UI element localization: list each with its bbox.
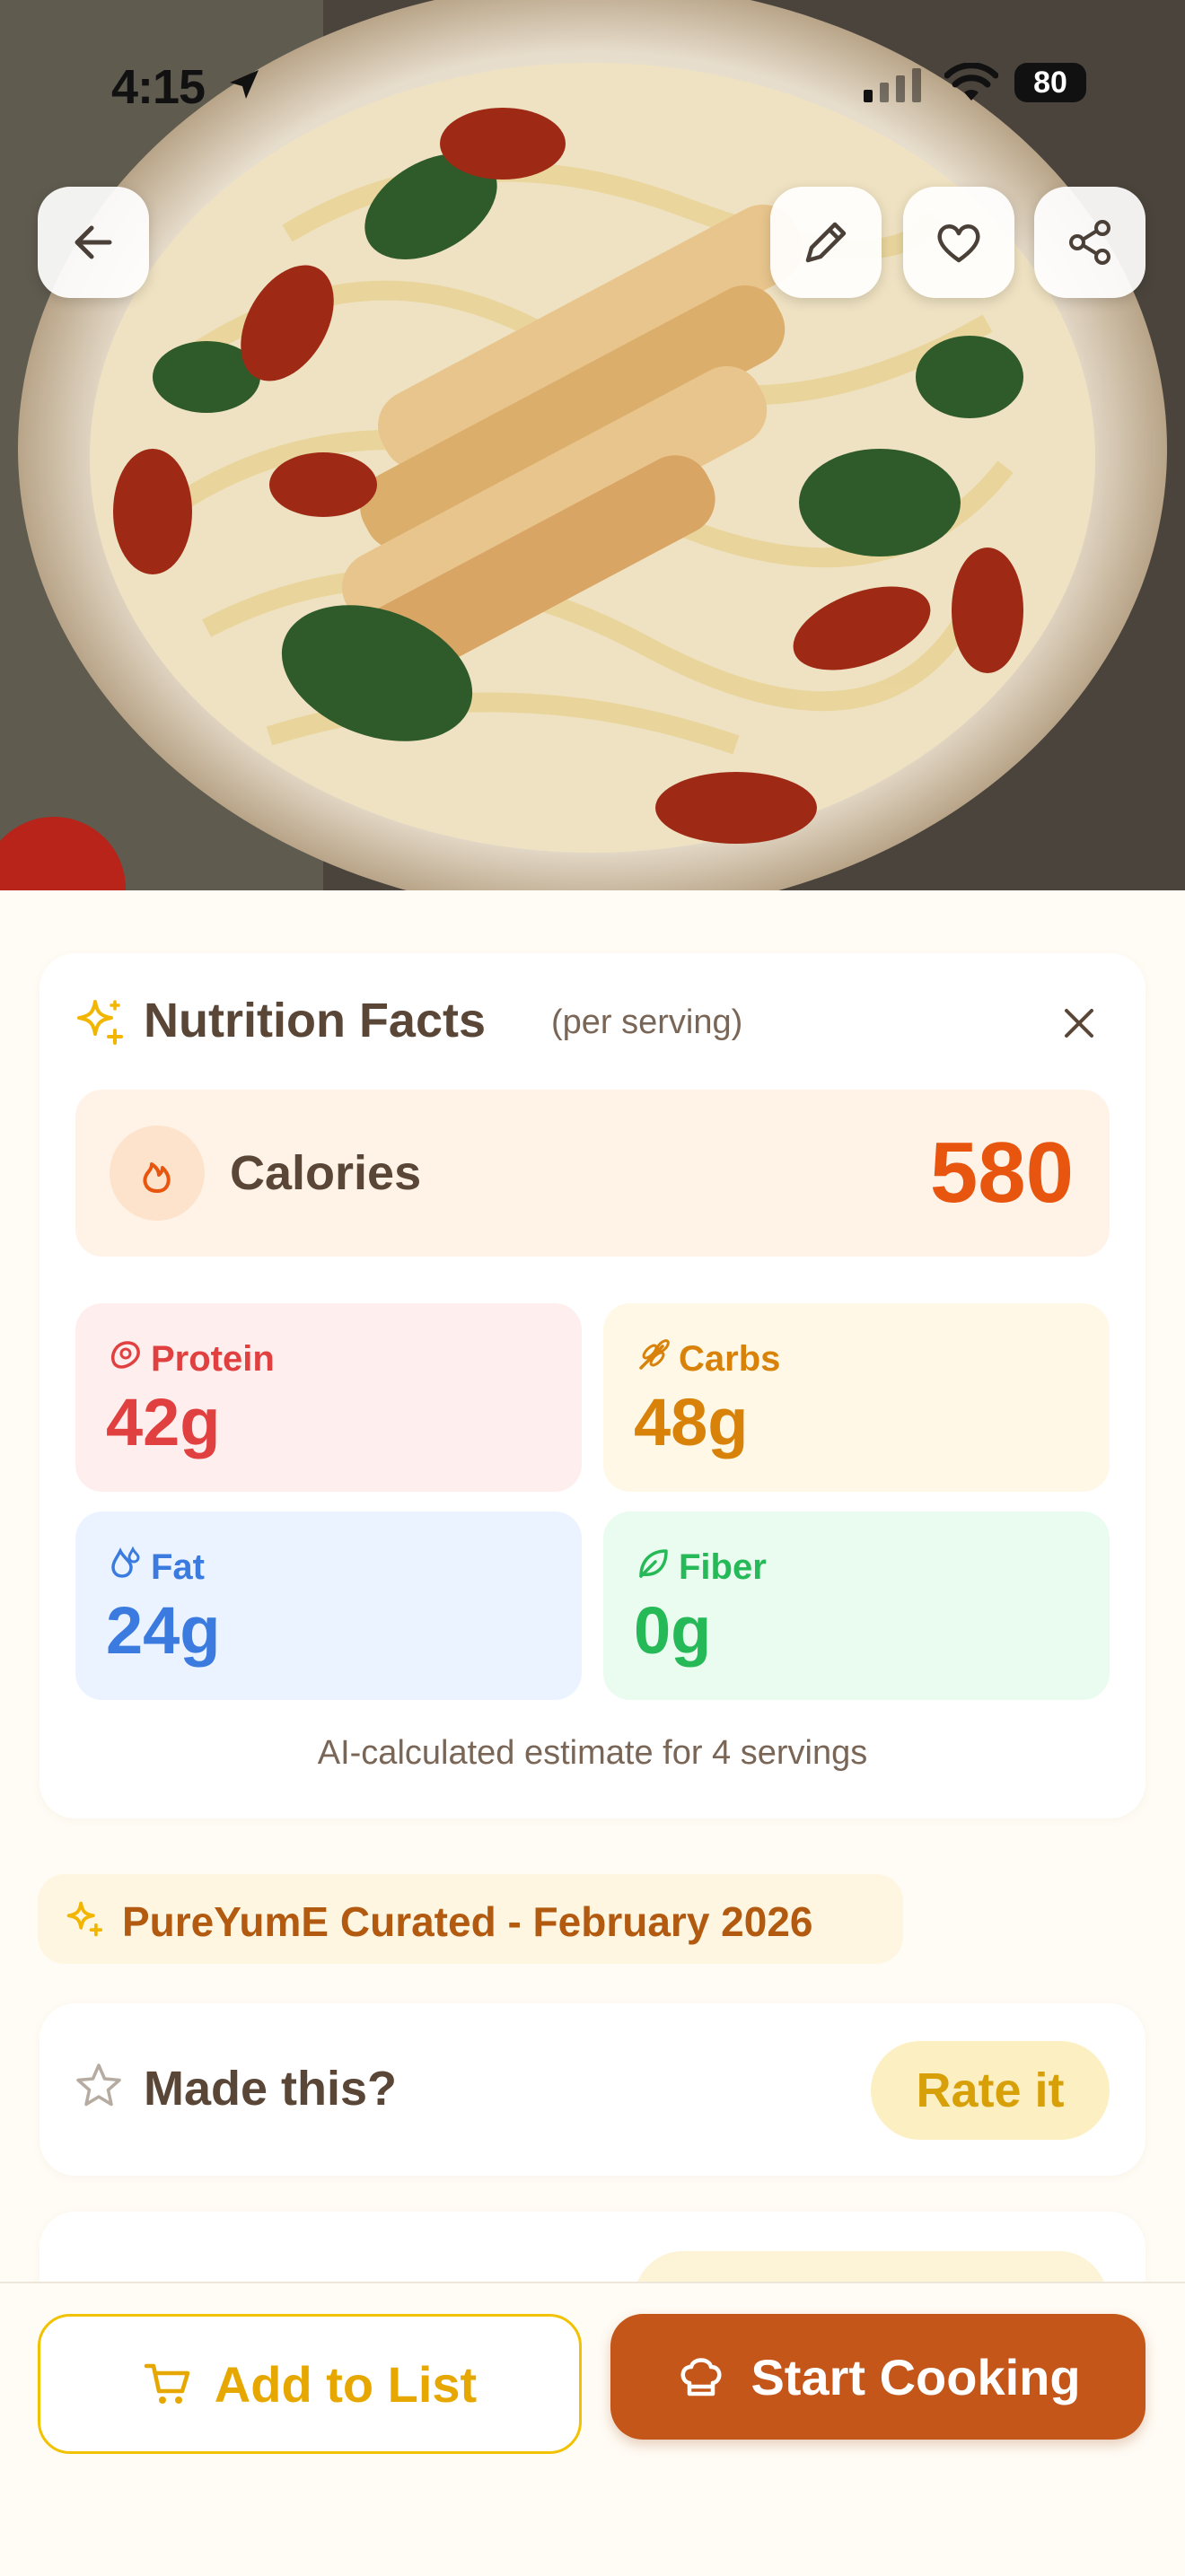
share-icon: [1069, 220, 1110, 265]
protein-label: Protein: [151, 1339, 275, 1379]
edit-button[interactable]: [770, 187, 882, 298]
close-icon[interactable]: [1059, 1003, 1099, 1043]
nutrition-card: Nutrition Facts (per serving) Calories 5…: [40, 953, 1146, 1818]
meat-icon: [110, 1341, 140, 1369]
wheat-icon: [639, 1339, 670, 1370]
rate-it-button[interactable]: Rate it: [871, 2041, 1110, 2140]
made-this-title: Made this?: [144, 2062, 398, 2116]
add-to-list-button[interactable]: Add to List: [38, 2314, 582, 2454]
sparkle-icon: [66, 1901, 103, 1937]
back-button[interactable]: [38, 187, 149, 298]
start-cooking-button[interactable]: Start Cooking: [610, 2314, 1146, 2440]
flame-icon-wrapper: [110, 1126, 205, 1221]
droplets-icon: [111, 1546, 140, 1578]
calories-label: Calories: [230, 1146, 422, 1200]
sparkle-icon: [77, 1000, 123, 1045]
calories-box: Calories 580: [75, 1090, 1110, 1257]
curated-badge: PureYumE Curated - February 2026: [38, 1874, 903, 1964]
heart-icon: [937, 224, 980, 263]
favorite-button[interactable]: [903, 187, 1014, 298]
back-icon: [75, 225, 112, 259]
fat-label: Fat: [151, 1547, 205, 1587]
nutrition-note: AI-calculated estimate for 4 servings: [317, 1734, 868, 1772]
signal-icon: [864, 68, 921, 102]
carbs-tile: Carbs 48g: [603, 1303, 1110, 1492]
chef-hat-icon: [680, 2358, 722, 2396]
start-cooking-label: Start Cooking: [750, 2348, 1081, 2405]
leaf-icon: [639, 1549, 668, 1578]
status-time: 4:15: [111, 60, 206, 114]
cart-icon: [144, 2363, 190, 2404]
fiber-value: 0g: [634, 1593, 712, 1668]
fat-tile: Fat 24g: [75, 1511, 582, 1700]
location-arrow-icon: [230, 70, 259, 99]
curated-text: PureYumE Curated - February 2026: [122, 1898, 813, 1945]
protein-value: 42g: [106, 1385, 221, 1459]
nutrition-subtitle: (per serving): [551, 1003, 743, 1041]
carbs-value: 48g: [634, 1385, 749, 1459]
wifi-icon: [944, 63, 998, 101]
protein-tile: Protein 42g: [75, 1303, 582, 1492]
star-icon: [76, 2063, 121, 2107]
battery-indicator: 80: [1014, 63, 1086, 102]
flame-icon: [143, 1162, 171, 1193]
fiber-tile: Fiber 0g: [603, 1511, 1110, 1700]
made-this-card: Made this? Rate it: [40, 2003, 1146, 2176]
fat-value: 24g: [106, 1593, 221, 1668]
status-bar: 4:15 80: [0, 0, 1185, 171]
recipe-hero-image: 4:15 80: [0, 0, 1185, 890]
share-button[interactable]: [1034, 187, 1146, 298]
calories-value: 580: [929, 1125, 1074, 1221]
edit-icon: [805, 222, 847, 263]
fiber-label: Fiber: [679, 1547, 767, 1587]
bottom-action-bar: Add to List Start Cooking: [0, 2282, 1185, 2576]
nutrition-title: Nutrition Facts: [144, 994, 487, 1047]
add-to-list-label: Add to List: [214, 2355, 478, 2413]
carbs-label: Carbs: [679, 1339, 781, 1379]
